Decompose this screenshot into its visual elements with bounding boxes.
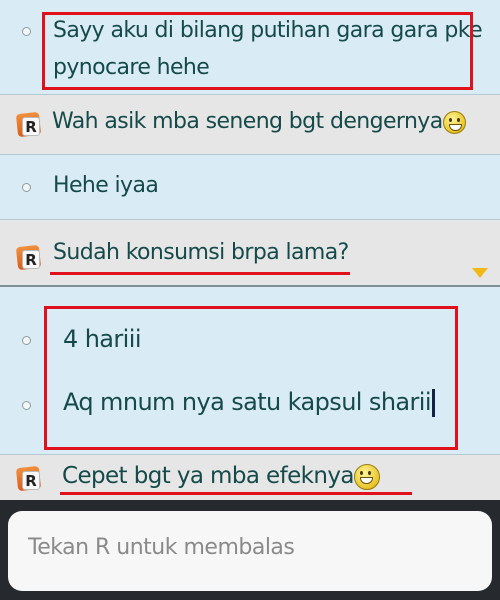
message-text: Hehe iyaa bbox=[53, 173, 159, 198]
message-row[interactable]: Hehe iyaa bbox=[0, 155, 500, 220]
reply-input-placeholder: Tekan R untuk membalas bbox=[28, 535, 295, 560]
message-row[interactable]: R Wah asik mba seneng bgt dengernya bbox=[0, 95, 500, 155]
highlight-underline bbox=[60, 492, 412, 495]
highlight-underline bbox=[50, 272, 350, 275]
sender-avatar-icon: R bbox=[15, 111, 42, 138]
highlight-box bbox=[42, 12, 473, 90]
message-text: Wah asik mba seneng bgt dengernya bbox=[52, 109, 466, 134]
sender-badge: R bbox=[22, 250, 40, 269]
bullet-icon bbox=[22, 183, 31, 192]
message-text-content: Cepet bgt ya mba efeknya bbox=[62, 463, 354, 489]
message-text-content: Wah asik mba seneng bgt dengernya bbox=[52, 109, 443, 134]
grin-icon bbox=[353, 463, 380, 490]
grin-icon bbox=[442, 110, 466, 134]
message-text: Sudah konsumsi brpa lama? bbox=[53, 240, 349, 265]
sender-badge: R bbox=[22, 471, 40, 490]
bullet-icon bbox=[22, 336, 31, 345]
scroll-down-arrow-icon[interactable] bbox=[472, 268, 488, 278]
message-text: Cepet bgt ya mba efeknya bbox=[62, 463, 380, 490]
sender-avatar-icon: R bbox=[15, 465, 42, 492]
sender-avatar-icon: R bbox=[15, 244, 42, 271]
reply-bar: Tekan R untuk membalas bbox=[0, 500, 500, 600]
highlight-box bbox=[44, 306, 458, 450]
reply-input[interactable]: Tekan R untuk membalas bbox=[8, 511, 492, 591]
bullet-icon bbox=[22, 27, 31, 36]
bullet-icon bbox=[22, 401, 31, 410]
sender-badge: R bbox=[22, 117, 40, 136]
message-row[interactable]: R Sudah konsumsi brpa lama? bbox=[0, 220, 500, 287]
